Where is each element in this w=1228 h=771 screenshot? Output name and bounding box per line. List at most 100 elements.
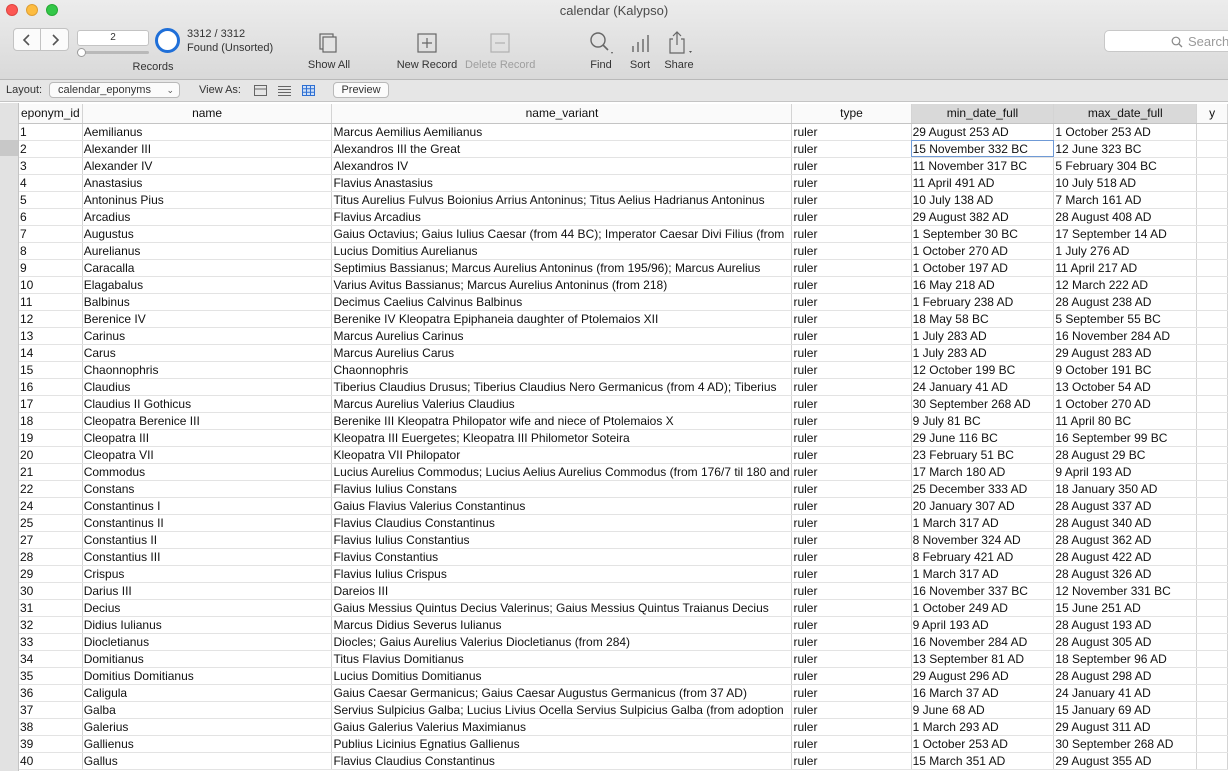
cell-name[interactable]: Berenice IV — [82, 310, 333, 328]
cell-eponym-id[interactable]: 21 — [19, 463, 83, 481]
cell-max-date-full[interactable]: 28 August 362 AD — [1053, 531, 1198, 549]
cell-name-variant[interactable]: Flavius Anastasius — [331, 174, 793, 192]
find-button[interactable]: Find — [585, 28, 617, 78]
cell-name-variant[interactable]: Alexandros III the Great — [331, 140, 793, 158]
column-header-type[interactable]: type — [791, 104, 912, 124]
cell-max-date-full[interactable]: 16 September 99 BC — [1053, 429, 1198, 447]
cell-name[interactable]: Chaonnophris — [82, 361, 333, 379]
cell-max-date-full[interactable]: 30 September 268 AD — [1053, 735, 1198, 753]
cell-max-date-full[interactable]: 17 September 14 AD — [1053, 225, 1198, 243]
cell-y[interactable] — [1196, 378, 1228, 396]
table-row[interactable]: 3 Alexander IV Alexandros IV ruler 11 Novemb… — [19, 157, 1228, 175]
cell-type[interactable]: ruler — [791, 327, 912, 345]
cell-type[interactable]: ruler — [791, 735, 912, 753]
table-row[interactable]: 5 Antoninus Pius Titus Aurelius Fulvus Boi… — [19, 191, 1228, 209]
cell-name[interactable]: Gallus — [82, 752, 333, 770]
cell-eponym-id[interactable]: 6 — [19, 208, 83, 226]
table-row[interactable]: 39 Gallienus Publius Licinius Egnatius Gal… — [19, 735, 1228, 753]
cell-max-date-full[interactable]: 28 August 337 AD — [1053, 497, 1198, 515]
table-row[interactable]: 14 Carus Marcus Aurelius Carus ruler 1 July … — [19, 344, 1228, 362]
cell-type[interactable]: ruler — [791, 684, 912, 702]
cell-y[interactable] — [1196, 327, 1228, 345]
cell-min-date-full[interactable]: 8 November 324 AD — [911, 531, 1055, 549]
cell-type[interactable]: ruler — [791, 259, 912, 277]
table-row[interactable]: 25 Constantinus II Flavius Claudius Consta… — [19, 514, 1228, 532]
table-row[interactable]: 24 Constantinus I Gaius Flavius Valerius C… — [19, 497, 1228, 515]
cell-eponym-id[interactable]: 10 — [19, 276, 83, 294]
cell-eponym-id[interactable]: 17 — [19, 395, 83, 413]
cell-name-variant[interactable]: Flavius Constantius — [331, 548, 793, 566]
table-row[interactable]: 2 Alexander III Alexandros III the Great ru… — [19, 140, 1228, 158]
cell-name[interactable]: Diocletianus — [82, 633, 333, 651]
cell-name[interactable]: Aurelianus — [82, 242, 333, 260]
cell-eponym-id[interactable]: 16 — [19, 378, 83, 396]
cell-name-variant[interactable]: Septimius Bassianus; Marcus Aurelius Ant… — [331, 259, 793, 277]
column-header-max-date-full[interactable]: max_date_full — [1053, 104, 1198, 124]
cell-max-date-full[interactable]: 18 January 350 AD — [1053, 480, 1198, 498]
cell-name-variant[interactable]: Marcus Aurelius Valerius Claudius — [331, 395, 793, 413]
delete-record-button[interactable]: Delete Record — [465, 28, 535, 78]
cell-min-date-full[interactable]: 25 December 333 AD — [911, 480, 1055, 498]
share-button[interactable]: Share — [662, 28, 696, 78]
cell-y[interactable] — [1196, 616, 1228, 634]
cell-type[interactable]: ruler — [791, 633, 912, 651]
table-row[interactable]: 4 Anastasius Flavius Anastasius ruler 11 Apr… — [19, 174, 1228, 192]
cell-y[interactable] — [1196, 310, 1228, 328]
cell-name-variant[interactable]: Flavius Claudius Constantinus — [331, 752, 793, 770]
cell-y[interactable] — [1196, 752, 1228, 770]
cell-y[interactable] — [1196, 548, 1228, 566]
cell-type[interactable]: ruler — [791, 718, 912, 736]
cell-type[interactable]: ruler — [791, 344, 912, 362]
table-row[interactable]: 11 Balbinus Decimus Caelius Calvinus Balbi… — [19, 293, 1228, 311]
cell-min-date-full[interactable]: 1 September 30 BC — [911, 225, 1055, 243]
cell-type[interactable]: ruler — [791, 174, 912, 192]
cell-name-variant[interactable]: Marcus Aurelius Carus — [331, 344, 793, 362]
cell-eponym-id[interactable]: 2 — [19, 140, 83, 158]
cell-name-variant[interactable]: Chaonnophris — [331, 361, 793, 379]
cell-min-date-full[interactable]: 1 July 283 AD — [911, 327, 1055, 345]
cell-min-date-full[interactable]: 9 June 68 AD — [911, 701, 1055, 719]
cell-type[interactable]: ruler — [791, 667, 912, 685]
cell-min-date-full[interactable]: 1 October 249 AD — [911, 599, 1055, 617]
cell-eponym-id[interactable]: 8 — [19, 242, 83, 260]
cell-type[interactable]: ruler — [791, 582, 912, 600]
cell-name[interactable]: Augustus — [82, 225, 333, 243]
cell-min-date-full[interactable]: 16 May 218 AD — [911, 276, 1055, 294]
table-row[interactable]: 40 Gallus Flavius Claudius Constantinus rul… — [19, 752, 1228, 770]
cell-min-date-full[interactable]: 1 October 253 AD — [911, 735, 1055, 753]
cell-type[interactable]: ruler — [791, 123, 912, 141]
table-row[interactable]: 17 Claudius II Gothicus Marcus Aurelius Va… — [19, 395, 1228, 413]
cell-min-date-full[interactable]: 16 November 337 BC — [911, 582, 1055, 600]
cell-y[interactable] — [1196, 735, 1228, 753]
cell-y[interactable] — [1196, 514, 1228, 532]
cell-min-date-full[interactable]: 1 October 270 AD — [911, 242, 1055, 260]
cell-name-variant[interactable]: Gaius Galerius Valerius Maximianus — [331, 718, 793, 736]
cell-name-variant[interactable]: Flavius Claudius Constantinus — [331, 514, 793, 532]
table-row[interactable]: 1 Aemilianus Marcus Aemilius Aemilianus rul… — [19, 123, 1228, 141]
cell-max-date-full[interactable]: 24 January 41 AD — [1053, 684, 1198, 702]
cell-name[interactable]: Caracalla — [82, 259, 333, 277]
cell-max-date-full[interactable]: 5 September 55 BC — [1053, 310, 1198, 328]
cell-name[interactable]: Claudius II Gothicus — [82, 395, 333, 413]
cell-eponym-id[interactable]: 29 — [19, 565, 83, 583]
cell-y[interactable] — [1196, 412, 1228, 430]
cell-name[interactable]: Darius III — [82, 582, 333, 600]
cell-name-variant[interactable]: Flavius Iulius Constantius — [331, 531, 793, 549]
cell-name[interactable]: Galba — [82, 701, 333, 719]
cell-max-date-full[interactable]: 9 October 191 BC — [1053, 361, 1198, 379]
cell-min-date-full[interactable]: 10 July 138 AD — [911, 191, 1055, 209]
cell-max-date-full[interactable]: 16 November 284 AD — [1053, 327, 1198, 345]
table-row[interactable]: 27 Constantius II Flavius Iulius Constanti… — [19, 531, 1228, 549]
cell-y[interactable] — [1196, 582, 1228, 600]
cell-name[interactable]: Cleopatra VII — [82, 446, 333, 464]
cell-type[interactable]: ruler — [791, 191, 912, 209]
cell-name-variant[interactable]: Titus Aurelius Fulvus Boionius Arrius An… — [331, 191, 793, 209]
cell-type[interactable]: ruler — [791, 378, 912, 396]
cell-min-date-full[interactable]: 1 March 317 AD — [911, 514, 1055, 532]
cell-name[interactable]: Cleopatra III — [82, 429, 333, 447]
layout-select[interactable]: calendar_eponyms ⌄ — [49, 82, 180, 98]
cell-eponym-id[interactable]: 13 — [19, 327, 83, 345]
cell-max-date-full[interactable]: 1 October 270 AD — [1053, 395, 1198, 413]
cell-type[interactable]: ruler — [791, 480, 912, 498]
cell-name[interactable]: Elagabalus — [82, 276, 333, 294]
